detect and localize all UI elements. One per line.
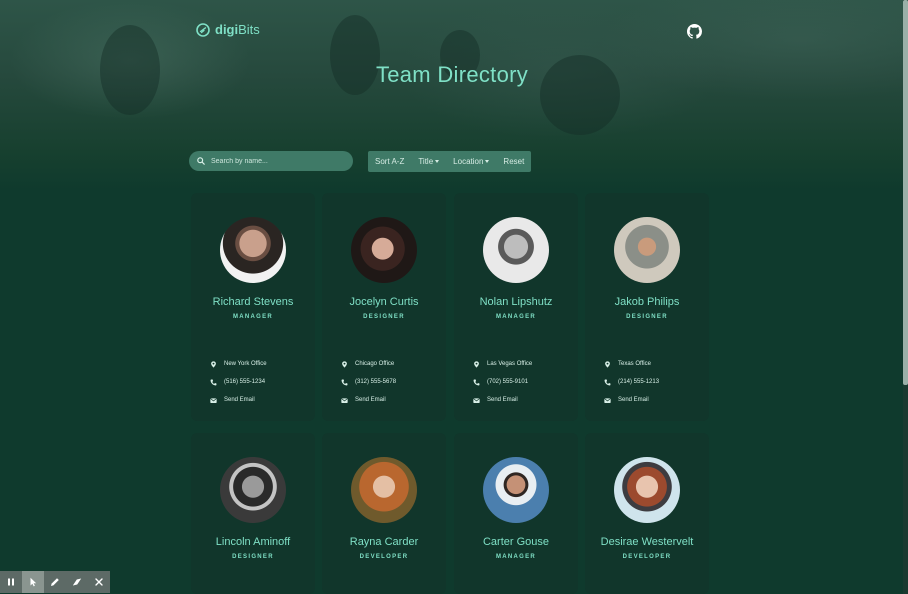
chevron-down-icon: [435, 160, 440, 164]
title-filter-dropdown[interactable]: Title: [411, 157, 446, 166]
search-bar[interactable]: [189, 151, 353, 171]
phone-icon: [210, 379, 217, 385]
title-filter-label: Title: [418, 157, 434, 166]
employee-name: Richard Stevens: [212, 296, 294, 308]
envelope-icon: [341, 397, 348, 403]
location-pin-icon: [474, 360, 479, 368]
reset-button[interactable]: Reset: [496, 157, 531, 166]
github-icon[interactable]: [687, 24, 702, 39]
filter-toolbar: Sort A-Z Title Location Reset: [368, 151, 531, 172]
phone-number: (516) 555-1234: [210, 377, 265, 387]
office-location: New York Office: [210, 359, 267, 369]
employee-title: DEVELOPER: [359, 554, 409, 560]
eraser-icon: [72, 578, 82, 586]
employee-card: Desirae Westervelt DEVELOPER: [585, 433, 709, 594]
office-location: Texas Office: [604, 359, 651, 369]
employee-card: Richard Stevens MANAGER New York Office …: [191, 193, 315, 421]
pen-tool-button[interactable]: [44, 571, 66, 593]
employee-name: Lincoln Aminoff: [215, 536, 291, 548]
send-email-link[interactable]: Send Email: [473, 395, 518, 405]
avatar: [220, 457, 286, 523]
pointer-icon: [30, 577, 37, 587]
close-icon: [95, 578, 103, 586]
email-label: Send Email: [355, 397, 386, 403]
employee-title: MANAGER: [495, 554, 537, 560]
phone-label: (516) 555-1234: [224, 379, 266, 385]
close-button[interactable]: [88, 571, 110, 593]
page-title: Team Directory: [375, 62, 529, 87]
office-label: Texas Office: [618, 361, 651, 367]
location-pin-icon: [211, 360, 216, 368]
employee-name: Nolan Lipshutz: [479, 296, 553, 308]
digibits-logo-icon: [196, 22, 210, 37]
email-label: Send Email: [487, 397, 518, 403]
envelope-icon: [604, 397, 611, 403]
employee-card: Carter Gouse MANAGER: [454, 433, 578, 594]
office-location: Las Vegas Office: [473, 359, 532, 369]
employee-name: Jakob Philips: [614, 296, 680, 308]
employee-card: Jocelyn Curtis DESIGNER Chicago Office (…: [322, 193, 446, 421]
phone-icon: [341, 379, 348, 385]
phone-icon: [604, 379, 611, 385]
employee-name: Jocelyn Curtis: [349, 296, 419, 308]
avatar: [351, 457, 417, 523]
employee-title: MANAGER: [232, 314, 274, 320]
avatar: [483, 457, 549, 523]
location-filter-dropdown[interactable]: Location: [446, 157, 496, 166]
avatar: [351, 217, 417, 283]
brand-logo[interactable]: digiBits: [196, 22, 260, 37]
employee-title: MANAGER: [495, 314, 537, 320]
search-input[interactable]: [209, 156, 343, 166]
employee-title: DESIGNER: [626, 314, 668, 320]
phone-number: (312) 555-5678: [341, 377, 396, 387]
envelope-icon: [210, 397, 217, 403]
eraser-tool-button[interactable]: [66, 571, 88, 593]
employee-title: DESIGNER: [232, 554, 274, 560]
office-location: Chicago Office: [341, 359, 394, 369]
brand-name: Bits: [238, 22, 260, 37]
pause-button[interactable]: [0, 571, 22, 593]
employee-name: Rayna Carder: [349, 536, 419, 548]
pointer-tool-button[interactable]: [22, 571, 44, 593]
avatar: [614, 217, 680, 283]
office-label: Las Vegas Office: [487, 361, 533, 367]
scrollbar-thumb[interactable]: [903, 0, 908, 385]
office-label: New York Office: [224, 361, 267, 367]
employee-title: DEVELOPER: [622, 554, 672, 560]
envelope-icon: [473, 397, 480, 403]
avatar: [483, 217, 549, 283]
phone-icon: [473, 379, 480, 385]
send-email-link[interactable]: Send Email: [604, 395, 649, 405]
send-email-link[interactable]: Send Email: [341, 395, 386, 405]
location-pin-icon: [605, 360, 610, 368]
employee-name: Carter Gouse: [482, 536, 550, 548]
phone-number: (214) 555-1213: [604, 377, 659, 387]
avatar: [220, 217, 286, 283]
sort-button[interactable]: Sort A-Z: [368, 157, 411, 166]
phone-label: (312) 555-5678: [355, 379, 397, 385]
location-pin-icon: [342, 360, 347, 368]
office-label: Chicago Office: [355, 361, 395, 367]
phone-label: (702) 555-9101: [487, 379, 529, 385]
employee-card: Jakob Philips DESIGNER Texas Office (214…: [585, 193, 709, 421]
phone-number: (702) 555-9101: [473, 377, 528, 387]
employee-name: Desirae Westervelt: [600, 536, 694, 548]
email-label: Send Email: [618, 397, 649, 403]
employee-card: Nolan Lipshutz MANAGER Las Vegas Office …: [454, 193, 578, 421]
pencil-icon: [51, 578, 59, 586]
brand-prefix: digi: [215, 22, 239, 37]
email-label: Send Email: [224, 397, 255, 403]
employee-card: Rayna Carder DEVELOPER: [322, 433, 446, 594]
send-email-link[interactable]: Send Email: [210, 395, 255, 405]
phone-label: (214) 555-1213: [618, 379, 660, 385]
employee-title: DESIGNER: [363, 314, 405, 320]
annotation-toolbar: [0, 571, 110, 593]
chevron-down-icon: [485, 160, 490, 164]
location-filter-label: Location: [453, 157, 484, 166]
search-icon: [197, 157, 205, 165]
avatar: [614, 457, 680, 523]
pause-icon: [8, 578, 14, 586]
employee-card: Lincoln Aminoff DESIGNER: [191, 433, 315, 594]
